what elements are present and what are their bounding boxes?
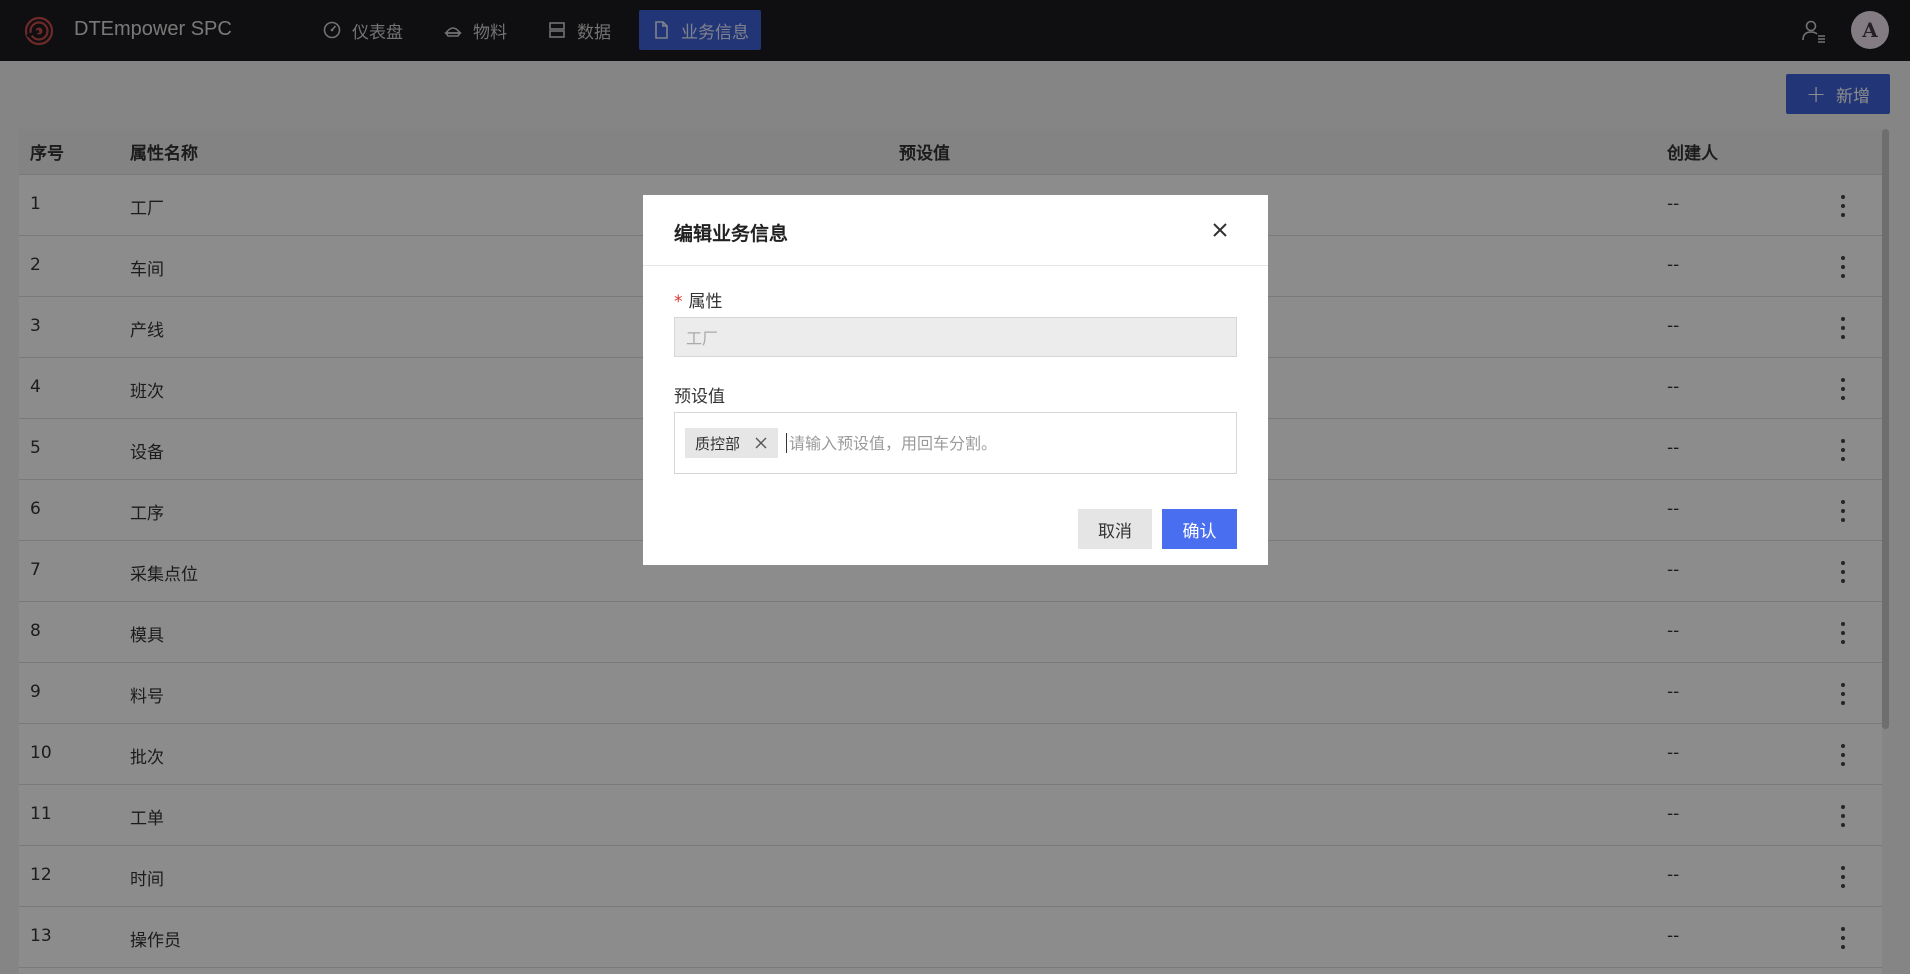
preset-tag: 质控部 <box>685 428 779 458</box>
cancel-button[interactable]: 取消 <box>1078 509 1152 549</box>
dialog-title: 编辑业务信息 <box>674 223 789 245</box>
dialog-header: 编辑业务信息 <box>643 195 1268 266</box>
preset-tag-label: 质控部 <box>695 434 741 453</box>
confirm-button[interactable]: 确认 <box>1162 509 1237 549</box>
preset-value-input[interactable] <box>789 433 1190 453</box>
attribute-label: * 属性 <box>674 287 723 312</box>
text-caret <box>786 433 788 453</box>
preset-tag-input[interactable]: 质控部 <box>674 412 1237 474</box>
close-icon[interactable] <box>1209 219 1231 241</box>
edit-business-info-dialog: 编辑业务信息 *属性 工厂 预设值 质控部 取消 确认 <box>643 195 1268 565</box>
preset-label: 预设值 <box>674 387 725 407</box>
required-mark: * <box>674 292 683 312</box>
attribute-label-text: 属性 <box>688 292 723 312</box>
attribute-input[interactable]: 工厂 <box>674 317 1237 357</box>
tag-remove-icon[interactable] <box>754 436 768 450</box>
